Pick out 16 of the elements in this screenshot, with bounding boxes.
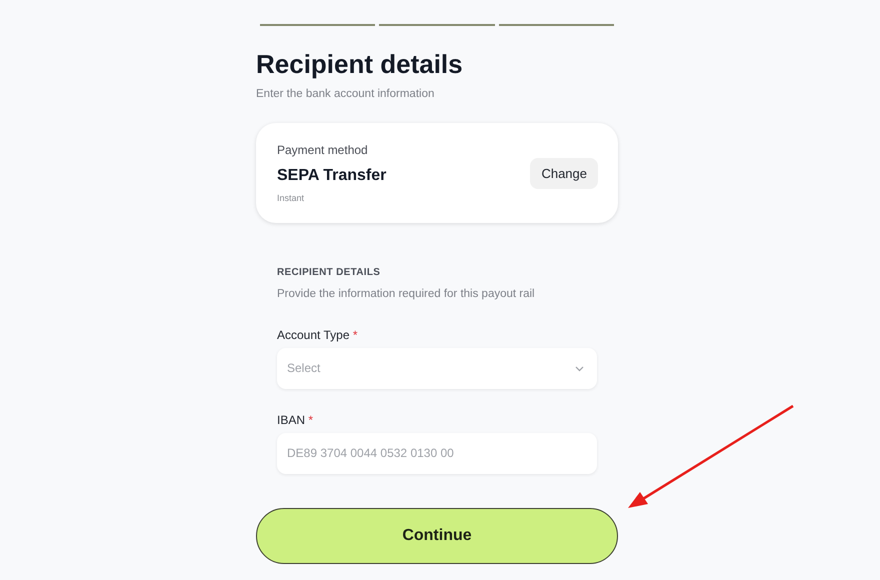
section-heading: RECIPIENT DETAILS (277, 266, 382, 280)
payment-method-name: SEPA Transfer (277, 166, 386, 186)
input-field[interactable]: DE89 3704 0044 0532 0130 00 (277, 432, 597, 474)
field-label: IBAN (277, 412, 306, 426)
change-button[interactable]: Change (530, 158, 598, 189)
field-label: Account Type (277, 328, 350, 342)
payment-speed: Instant (277, 192, 306, 205)
required-mark: * (352, 328, 358, 342)
required-mark: * (308, 412, 314, 426)
continue-button[interactable]: Continue (256, 508, 618, 564)
select-field[interactable]: Select (277, 348, 597, 388)
section-description: Provide the information required for this payout rail (277, 287, 536, 302)
page-subtitle: Enter the bank account information (256, 87, 436, 102)
page-title: Recipient details (256, 48, 464, 80)
chevron-down-icon (575, 366, 584, 372)
card-label: Payment method (277, 142, 369, 159)
